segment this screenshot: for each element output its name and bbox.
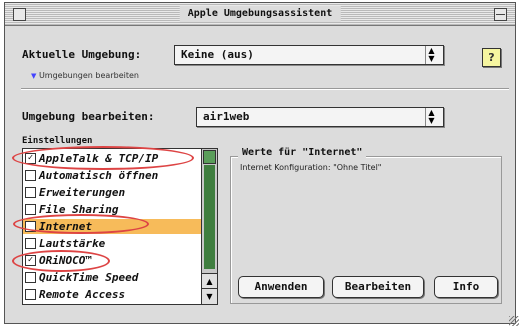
current-environment-value: Keine (aus) <box>181 48 254 61</box>
scroll-down-arrow-icon[interactable]: ▼ <box>202 288 217 304</box>
settings-label: Einstellungen <box>22 136 93 146</box>
edit-environments-label: Umgebungen bearbeiten <box>38 71 139 80</box>
collapse-box[interactable] <box>494 8 507 21</box>
checkbox[interactable] <box>25 204 36 215</box>
internet-config-info: Internet Konfiguration: "Ohne Titel" <box>240 163 382 172</box>
resize-grip[interactable] <box>509 316 519 326</box>
info-button[interactable]: Info <box>434 276 498 298</box>
window-title: Apple Umgebungsassistent <box>179 6 341 22</box>
scroll-up-arrow-icon[interactable]: ▲ <box>202 273 217 289</box>
close-box[interactable] <box>13 8 26 21</box>
edit-button[interactable]: Bearbeiten <box>332 276 424 298</box>
checkbox[interactable] <box>25 289 36 300</box>
edit-environments-disclosure[interactable]: ▼ Umgebungen bearbeiten <box>31 71 139 80</box>
list-item-label: Lautstärke <box>39 237 106 250</box>
values-panel-title: Werte für "Internet" <box>238 147 367 158</box>
checkbox[interactable] <box>25 187 36 198</box>
popup-arrows-icon: ▲ ▼ <box>425 108 437 126</box>
current-environment-popup[interactable]: Keine (aus) ▲ ▼ <box>174 45 444 65</box>
annotation-circle <box>13 214 149 234</box>
checkbox[interactable] <box>25 272 36 283</box>
edit-environment-label: Umgebung bearbeiten: <box>22 110 155 123</box>
annotation-circle <box>12 146 194 170</box>
list-item-label: Remote Access <box>39 288 126 301</box>
popup-arrows-icon: ▲ ▼ <box>425 46 437 64</box>
current-environment-label: Aktuelle Umgebung: <box>22 48 142 61</box>
help-button[interactable]: ? <box>482 48 501 67</box>
edit-environment-popup[interactable]: air1web ▲ ▼ <box>196 107 444 127</box>
list-item-label: Automatisch öffnen <box>39 169 159 182</box>
list-item-quicktime[interactable]: QuickTime Speed <box>23 270 201 285</box>
checkbox[interactable] <box>25 238 36 249</box>
apply-button[interactable]: Anwenden <box>238 276 324 298</box>
annotation-circle <box>12 250 110 272</box>
edit-environment-value: air1web <box>203 110 250 123</box>
list-item-volume[interactable]: Lautstärke <box>23 236 201 251</box>
list-scrollbar[interactable]: ▲ ▼ <box>201 149 217 304</box>
disclosure-triangle-icon: ▼ <box>31 72 37 80</box>
checkbox[interactable] <box>25 170 36 181</box>
list-item-remote-access[interactable]: Remote Access <box>23 287 201 302</box>
separator <box>21 88 509 90</box>
list-item-extensions[interactable]: Erweiterungen <box>23 185 201 200</box>
scroll-track[interactable] <box>204 165 215 269</box>
list-item-auto-open[interactable]: Automatisch öffnen <box>23 168 201 183</box>
scroll-thumb[interactable] <box>203 150 216 164</box>
list-item-label: Erweiterungen <box>39 186 126 199</box>
list-item-label: QuickTime Speed <box>39 271 139 284</box>
title-bar[interactable]: Apple Umgebungsassistent <box>5 3 515 26</box>
